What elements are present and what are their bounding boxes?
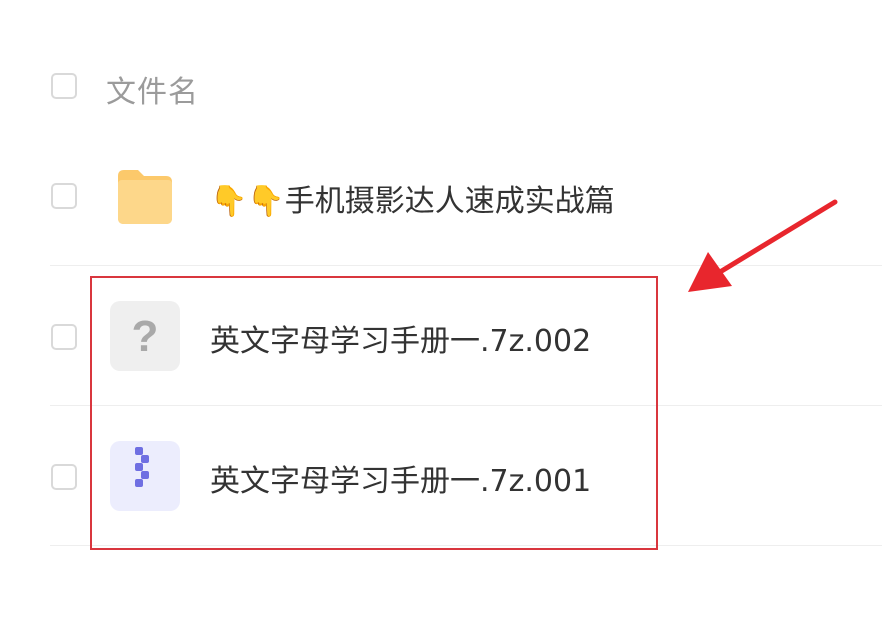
row-checkbox[interactable] — [51, 464, 77, 490]
annotation-arrow — [680, 190, 850, 304]
row-checkbox[interactable] — [51, 183, 77, 209]
file-list-header: 文件名 — [50, 58, 450, 118]
highlight-box — [90, 276, 658, 550]
file-list-page: 文件名 👇👇手机摄影达人速成实战篇 ? 英文字母学习手册一.7z.002 英文字… — [0, 0, 882, 636]
row-checkbox[interactable] — [51, 324, 77, 350]
select-all-checkbox[interactable] — [51, 73, 77, 99]
folder-icon — [110, 162, 180, 232]
file-name[interactable]: 👇👇手机摄影达人速成实战篇 — [210, 176, 615, 220]
column-header-filename: 文件名 — [106, 75, 199, 110]
